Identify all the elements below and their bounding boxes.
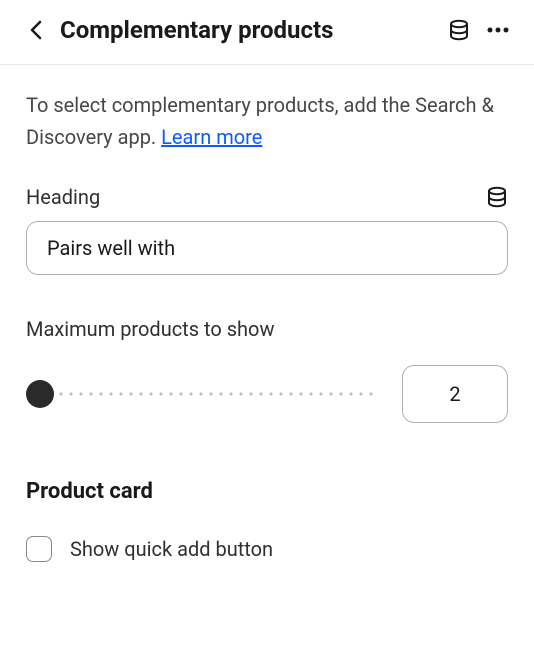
product-card-title: Product card — [26, 479, 508, 504]
heading-input[interactable] — [26, 221, 508, 275]
max-products-value: 2 — [449, 382, 460, 406]
header: Complementary products — [0, 0, 534, 65]
more-actions-button[interactable] — [486, 27, 510, 33]
back-button[interactable] — [24, 18, 48, 42]
slider-track-dots — [26, 392, 378, 396]
max-products-section: Maximum products to show 2 — [26, 317, 508, 423]
max-products-slider-row: 2 — [26, 365, 508, 423]
chevron-left-icon — [30, 20, 42, 40]
heading-label: Heading — [26, 185, 100, 209]
content: To select complementary products, add th… — [0, 65, 534, 586]
database-icon — [486, 186, 508, 208]
quick-add-checkbox[interactable] — [26, 536, 52, 562]
description-text: To select complementary products, add th… — [26, 89, 508, 153]
header-actions — [448, 19, 510, 41]
database-icon — [448, 19, 470, 41]
slider-thumb[interactable] — [26, 380, 54, 408]
max-products-label: Maximum products to show — [26, 317, 508, 341]
max-products-slider[interactable] — [26, 380, 378, 408]
page-title: Complementary products — [60, 16, 436, 44]
heading-field-row: Heading — [26, 185, 508, 209]
dynamic-source-button[interactable] — [448, 19, 470, 41]
max-products-value-box[interactable]: 2 — [402, 365, 508, 423]
quick-add-label: Show quick add button — [70, 537, 273, 561]
learn-more-link[interactable]: Learn more — [161, 125, 262, 149]
quick-add-checkbox-row: Show quick add button — [26, 536, 508, 562]
more-horizontal-icon — [486, 27, 510, 33]
heading-dynamic-source-button[interactable] — [486, 186, 508, 208]
